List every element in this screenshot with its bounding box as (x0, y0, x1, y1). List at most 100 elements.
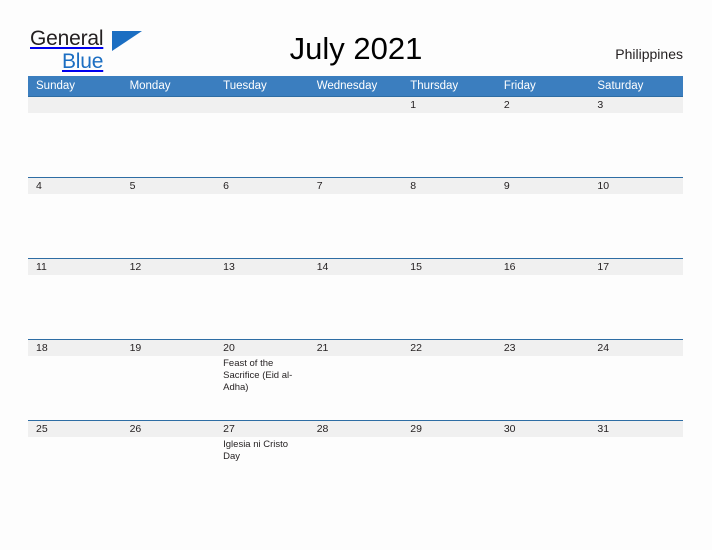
day-cell-inner: 4 (28, 177, 122, 258)
day-cell-inner: 23 (495, 339, 590, 420)
day-cell-inner: 15 (402, 258, 496, 339)
day-event-text (496, 113, 590, 115)
day-number: 27 (215, 421, 309, 437)
day-number: 6 (215, 178, 309, 194)
day-event-text (309, 275, 403, 277)
calendar-day-cell[interactable]: 7 (308, 177, 403, 258)
day-number: 11 (28, 259, 122, 275)
day-number: 4 (28, 178, 122, 194)
calendar-day-cell[interactable]: 4 (28, 177, 122, 258)
day-number: 20 (215, 340, 309, 356)
day-cell-inner: 3 (589, 96, 683, 177)
day-number: 16 (495, 259, 590, 275)
day-event-text (309, 437, 403, 439)
calendar-day-cell[interactable]: 24 (589, 339, 683, 420)
day-event-text (589, 356, 683, 358)
day-number: 3 (589, 97, 683, 113)
day-event-text (215, 275, 309, 277)
calendar-day-cell[interactable]: 5 (121, 177, 216, 258)
calendar-day-cell[interactable]: 19 (121, 339, 216, 420)
calendar-day-cell[interactable]: 31 (589, 420, 683, 501)
calendar-day-cell[interactable]: 26 (121, 420, 216, 501)
calendar-day-cell[interactable]: 3 (589, 96, 683, 177)
calendar-day-cell[interactable]: 25 (28, 420, 122, 501)
calendar-day-cell[interactable]: 9 (495, 177, 590, 258)
day-cell-inner: 9 (495, 177, 590, 258)
day-number: 15 (402, 259, 496, 275)
calendar-day-cell[interactable] (215, 96, 309, 177)
weekday-header-thursday: Thursday (402, 76, 496, 96)
day-event-text: Iglesia ni Cristo Day (223, 439, 289, 462)
day-event-text (122, 437, 216, 439)
calendar-day-cell[interactable]: 16 (495, 258, 590, 339)
day-cell-inner: 22 (402, 339, 496, 420)
day-cell-inner: 17 (589, 258, 683, 339)
calendar-day-cell[interactable]: 10 (589, 177, 683, 258)
calendar-day-cell[interactable]: 2 (495, 96, 590, 177)
day-cell-inner: 28 (308, 420, 403, 501)
day-cell-inner: 5 (121, 177, 216, 258)
day-cell-inner: 21 (308, 339, 403, 420)
day-cell-inner: 16 (495, 258, 590, 339)
day-number: 12 (121, 259, 216, 275)
day-cell-inner: 26 (121, 420, 216, 501)
weekday-header-sunday: Sunday (28, 76, 122, 96)
calendar-day-cell[interactable]: 30 (495, 420, 590, 501)
calendar-day-cell[interactable] (28, 96, 122, 177)
day-cell-inner: 27 Iglesia ni Cristo Day (215, 420, 309, 501)
day-cell-inner: 14 (308, 258, 403, 339)
day-cell-inner: 6 (215, 177, 309, 258)
day-event-text (402, 113, 496, 115)
calendar-day-cell[interactable]: 14 (308, 258, 403, 339)
day-event-text (215, 194, 309, 196)
calendar-day-cell[interactable]: 15 (402, 258, 496, 339)
day-number: 13 (215, 259, 309, 275)
calendar-day-cell[interactable]: 17 (589, 258, 683, 339)
day-cell-inner: 31 (589, 420, 683, 501)
calendar-day-cell[interactable]: 29 (402, 420, 496, 501)
calendar-day-cell[interactable]: 6 (215, 177, 309, 258)
day-event-text (215, 113, 309, 115)
day-event-text (496, 194, 590, 196)
day-event-text (28, 356, 122, 358)
day-cell-inner: 18 (28, 339, 122, 420)
day-cell-inner: 7 (308, 177, 403, 258)
calendar-day-cell[interactable]: 12 (121, 258, 216, 339)
calendar-day-cell[interactable]: 13 (215, 258, 309, 339)
region-label: Philippines (615, 46, 683, 62)
day-number: 24 (589, 340, 683, 356)
day-event-text (309, 194, 403, 196)
day-event-text (28, 194, 122, 196)
calendar-day-cell[interactable]: 18 (28, 339, 122, 420)
day-event-text (122, 275, 216, 277)
day-event-text (589, 437, 683, 439)
calendar-day-cell[interactable]: 22 (402, 339, 496, 420)
day-cell-inner: 29 (402, 420, 496, 501)
day-number: 22 (402, 340, 496, 356)
calendar-day-cell[interactable]: 28 (308, 420, 403, 501)
day-number: 7 (308, 178, 403, 194)
weekday-header-monday: Monday (121, 76, 216, 96)
day-event-text (28, 437, 122, 439)
day-number: 14 (308, 259, 403, 275)
calendar-day-cell[interactable]: 1 (402, 96, 496, 177)
day-event-text (309, 113, 403, 115)
day-number: 2 (495, 97, 590, 113)
calendar-day-cell[interactable] (121, 96, 216, 177)
calendar-day-cell[interactable]: 23 (495, 339, 590, 420)
calendar-day-cell[interactable]: 27 Iglesia ni Cristo Day (215, 420, 309, 501)
calendar-day-cell[interactable] (308, 96, 403, 177)
day-number: 5 (121, 178, 216, 194)
calendar-day-cell[interactable]: 11 (28, 258, 122, 339)
day-number: 30 (495, 421, 590, 437)
day-number: 23 (495, 340, 590, 356)
calendar-week-row: 4 5 6 7 8 9 10 (28, 177, 683, 258)
calendar-day-cell[interactable]: 8 (402, 177, 496, 258)
day-cell-inner (308, 96, 403, 177)
day-number: 19 (121, 340, 216, 356)
day-number: 1 (402, 97, 496, 113)
day-cell-inner: 1 (402, 96, 496, 177)
calendar-day-cell[interactable]: 21 (308, 339, 403, 420)
day-cell-inner (28, 96, 122, 177)
calendar-day-cell[interactable]: 20 Feast of the Sacrifice (Eid al-Adha) (215, 339, 309, 420)
